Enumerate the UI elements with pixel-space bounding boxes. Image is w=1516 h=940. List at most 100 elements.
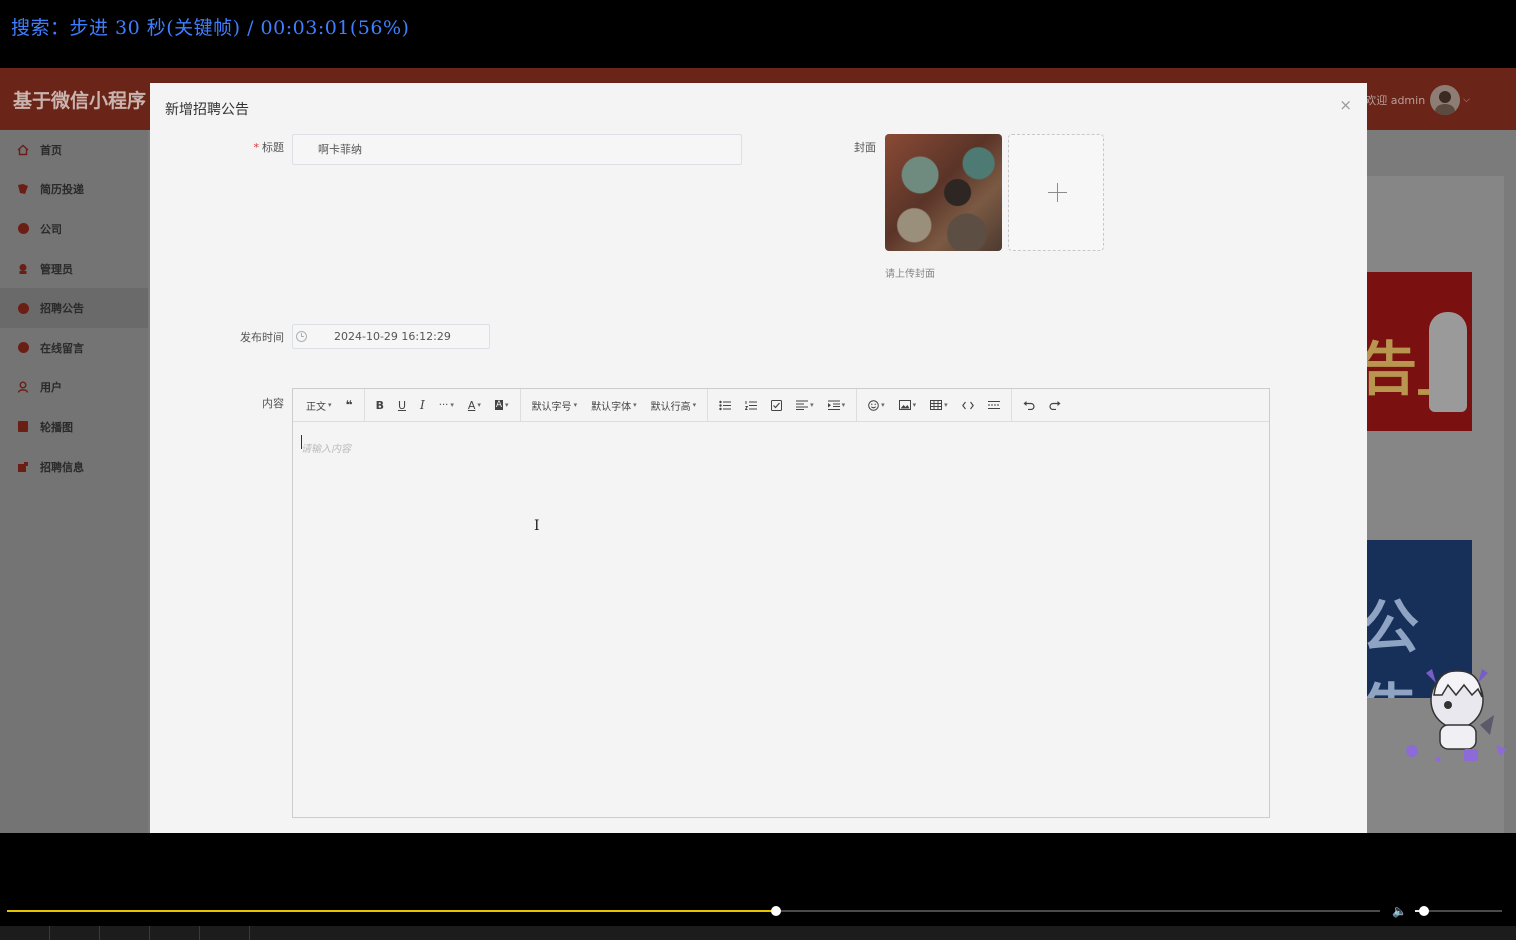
image-icon [898, 400, 911, 410]
emoji-icon [868, 399, 879, 411]
clock-icon [296, 331, 307, 342]
bold-icon: B [375, 398, 384, 412]
checkbox-icon [771, 399, 783, 411]
align-left-icon [796, 400, 809, 410]
sidebar-item-home[interactable]: 首页 [0, 130, 148, 170]
table-button[interactable]: ▾ [923, 393, 955, 417]
code-button[interactable] [955, 393, 981, 417]
publish-time-label: 发布时间 [240, 331, 284, 344]
divider-button[interactable] [981, 393, 1007, 417]
underline-button[interactable]: U [391, 393, 413, 417]
sidebar-item-user[interactable]: 用户 [0, 368, 148, 408]
sidebar-item-carousel[interactable]: 轮播图 [0, 407, 148, 447]
progress-knob[interactable] [770, 906, 781, 916]
app-title: 基于微信小程序 [13, 90, 147, 112]
indent-dropdown[interactable]: ▾ [821, 393, 853, 417]
quote-button[interactable]: ❝ [339, 393, 360, 417]
sidebar-item-label: 管理员 [40, 262, 73, 276]
cover-upload-button[interactable] [1008, 134, 1104, 251]
editor-toolbar: 正文 ▾ ❝ B U I ··· ▾ A ▾ A ▾ 默认字号 ▾ 默认字体 ▾ 默认行高 ▾ [293, 388, 1269, 422]
background-color-button[interactable]: A ▾ [488, 393, 516, 417]
italic-button[interactable]: I [413, 393, 432, 417]
volume-knob[interactable] [1418, 906, 1429, 916]
add-notice-dialog: 新增招聘公告 × * 标题 啊卡菲纳 封面 请上传封面 发布时间 2024-10-… [150, 83, 1367, 833]
mascot-cow-image [1429, 312, 1467, 412]
sidebar-item-resume[interactable]: 简历投递 [0, 170, 148, 210]
cover-thumbnail-image[interactable] [885, 134, 1002, 251]
code-icon [961, 401, 974, 409]
font-color-button[interactable]: A ▾ [461, 393, 488, 417]
company-icon [17, 223, 29, 235]
font-family-dropdown[interactable]: 默认字体 ▾ [584, 393, 644, 417]
job-info-icon [17, 461, 29, 473]
bold-button[interactable]: B [369, 393, 391, 417]
more-button[interactable]: ··· ▾ [432, 393, 461, 417]
indent-icon [827, 400, 840, 410]
redo-button[interactable] [1042, 393, 1068, 417]
toolbar-divider [363, 388, 365, 422]
editor-content-area[interactable]: 请输入内容 [293, 422, 1269, 817]
plus-icon [1048, 183, 1067, 202]
dialog-title: 新增招聘公告 [165, 102, 249, 118]
image-button[interactable]: ▾ [892, 393, 924, 417]
notice-icon [17, 302, 29, 314]
sidebar-item-label: 用户 [40, 381, 62, 395]
font-size-dropdown[interactable]: 默认字号 ▾ [525, 393, 585, 417]
sidebar: 首页 简历投递 公司 管理员 招聘公告 在线留言 用户 轮播图 招聘信息 [0, 130, 148, 833]
toolbar-divider [707, 388, 709, 422]
paragraph-dropdown[interactable]: 正文 ▾ [299, 393, 339, 417]
publish-time-picker[interactable]: 2024-10-29 16:12:29 [292, 324, 490, 349]
numbered-list-icon [745, 400, 758, 410]
chevron-down-icon[interactable]: ⌵ [1463, 95, 1470, 105]
title-field[interactable]: 啊卡菲纳 [292, 134, 742, 165]
sidebar-item-job-info[interactable]: 招聘信息 [0, 447, 148, 487]
underline-icon: U [397, 398, 407, 412]
toolbar-divider [519, 388, 521, 422]
message-icon [17, 342, 29, 354]
progress-bar[interactable] [7, 906, 1380, 916]
align-dropdown[interactable]: ▾ [789, 393, 821, 417]
sidebar-item-message[interactable]: 在线留言 [0, 328, 148, 368]
font-color-icon: A [467, 398, 476, 412]
numbered-list-button[interactable] [738, 393, 764, 417]
quote-icon: ❝ [345, 398, 353, 412]
background-color-icon: A [494, 400, 504, 410]
volume-icon[interactable]: 🔈 [1392, 904, 1407, 918]
sidebar-item-label: 轮播图 [40, 420, 73, 434]
notice-banner-image[interactable]: 告」 [1367, 272, 1472, 431]
horizontal-rule-icon [987, 401, 1000, 409]
taskbar-strip [0, 926, 1516, 940]
emoji-button[interactable]: ▾ [861, 393, 892, 417]
required-mark: * [253, 141, 260, 154]
toolbar-divider [1010, 388, 1012, 422]
close-icon[interactable]: × [1339, 98, 1352, 113]
user-menu[interactable]: 欢迎 admin ⌵ [1365, 85, 1470, 115]
table-icon [930, 400, 943, 410]
sidebar-item-label: 公司 [40, 222, 62, 236]
sidebar-item-label: 招聘公告 [40, 302, 84, 316]
redo-icon [1049, 401, 1061, 410]
sidebar-item-admin[interactable]: 管理员 [0, 249, 148, 289]
user-greeting: 欢迎 admin [1365, 94, 1426, 107]
bullet-list-button[interactable] [712, 393, 738, 417]
volume-slider[interactable] [1415, 906, 1502, 916]
ibeam-cursor-icon: I [534, 518, 540, 534]
bullet-list-icon [719, 400, 732, 410]
resume-icon [17, 183, 29, 195]
content-label: 内容 [262, 397, 284, 410]
admin-icon [17, 263, 29, 275]
mascot-character-image [1406, 669, 1506, 762]
home-icon [17, 144, 29, 156]
toolbar-divider [856, 388, 858, 422]
sidebar-item-notice[interactable]: 招聘公告 [0, 288, 148, 328]
avatar[interactable] [1430, 85, 1461, 115]
carousel-icon [17, 421, 29, 433]
content-placeholder: 请输入内容 [301, 444, 351, 455]
undo-button[interactable] [1016, 393, 1042, 417]
cover-label: 封面 [854, 141, 876, 154]
sidebar-item-company[interactable]: 公司 [0, 209, 148, 249]
line-height-dropdown[interactable]: 默认行高 ▾ [644, 393, 704, 417]
more-icon: ··· [438, 399, 449, 411]
progress-fill [7, 910, 776, 912]
todo-button[interactable] [764, 393, 789, 417]
